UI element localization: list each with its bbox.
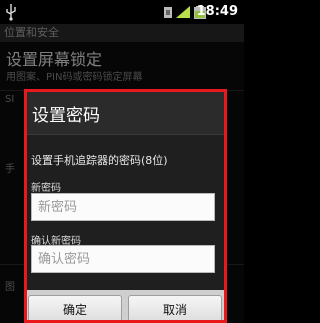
- set-password-dialog: 设置密码 设置手机追踪器的密码(8位) 新密码 确认新密码 确定 取消: [24, 89, 227, 323]
- status-bar: 18:49: [0, 0, 244, 24]
- dialog-title: 设置密码: [32, 106, 100, 126]
- dialog-prompt: 设置手机追踪器的密码(8位): [31, 154, 168, 167]
- dialog-body: 设置手机追踪器的密码(8位) 新密码 确认新密码: [27, 135, 224, 290]
- ok-button[interactable]: 确定: [28, 295, 122, 320]
- status-time: 18:49: [196, 4, 238, 19]
- sim-icon: [164, 7, 172, 18]
- new-password-label: 新密码: [31, 183, 61, 194]
- signal-icon: [176, 6, 190, 18]
- new-password-field[interactable]: [31, 193, 215, 221]
- dialog-button-bar: 确定 取消: [27, 290, 224, 320]
- confirm-password-field[interactable]: [31, 245, 215, 273]
- usb-icon: [6, 4, 16, 21]
- dialog-header: 设置密码: [27, 92, 224, 135]
- cancel-button[interactable]: 取消: [128, 295, 222, 320]
